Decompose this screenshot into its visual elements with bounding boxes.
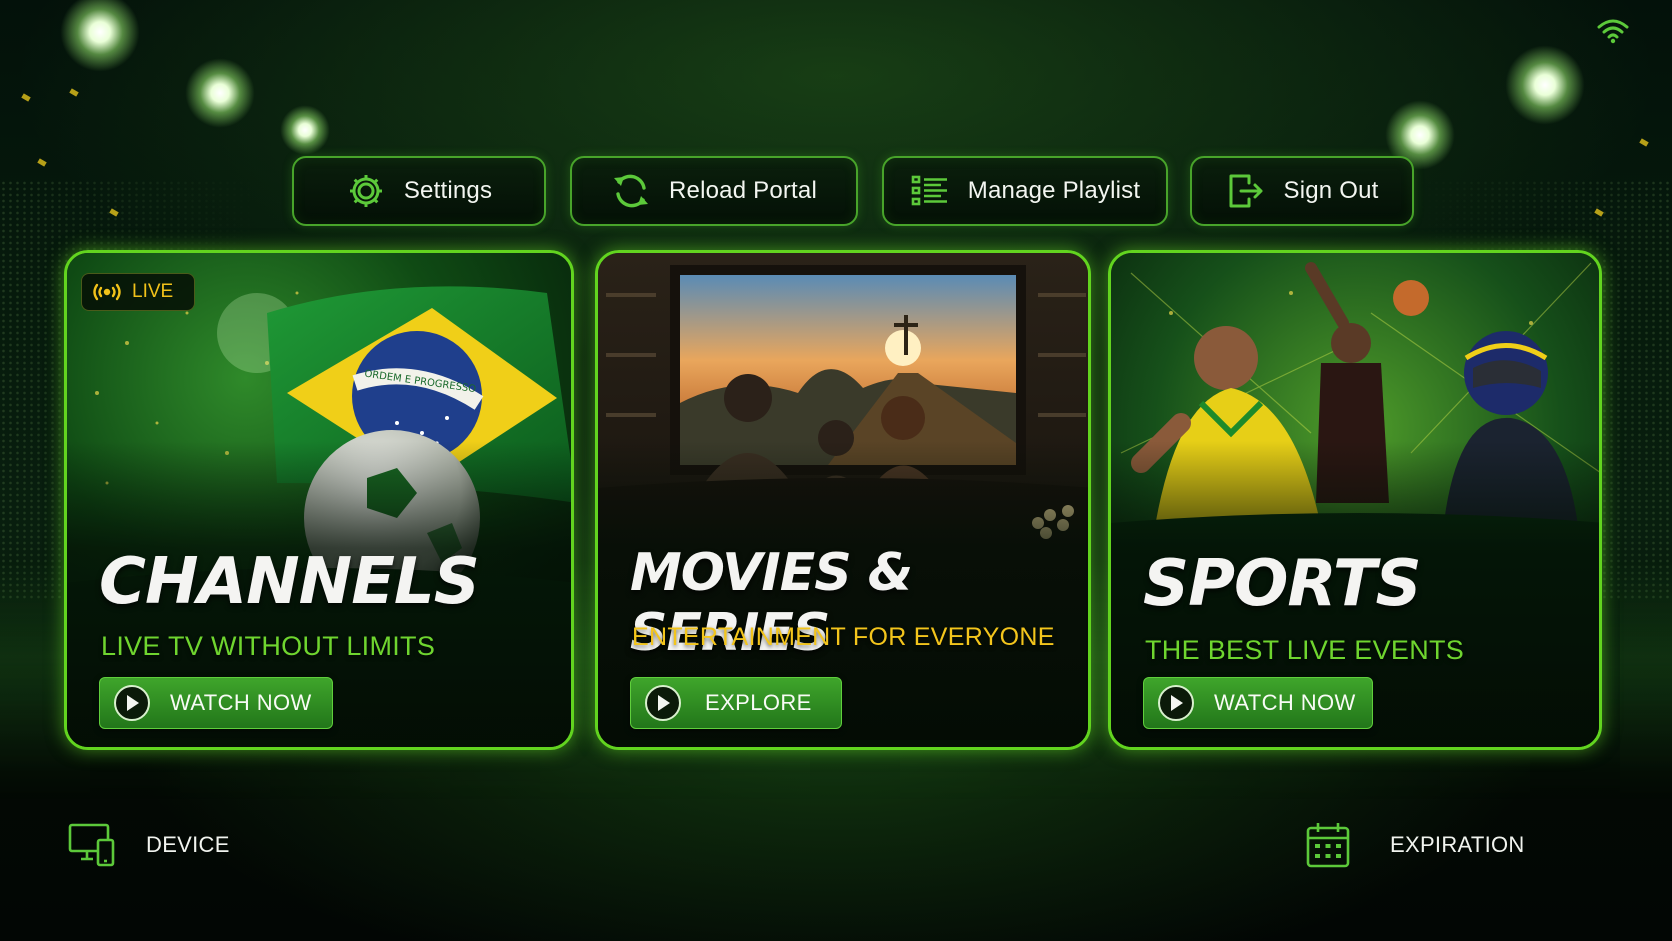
device-icon: [68, 823, 115, 867]
sports-card[interactable]: SPORTS THE BEST LIVE EVENTS WATCH NOW: [1108, 250, 1602, 750]
floodlight: [60, 0, 140, 72]
sign-out-icon: [1226, 171, 1266, 211]
movies-series-subtitle: ENTERTAINMENT FOR EVERYONE: [632, 623, 1055, 651]
live-badge: LIVE: [81, 273, 195, 311]
confetti: [69, 88, 79, 97]
channels-cta-label: WATCH NOW: [170, 690, 312, 715]
settings-button[interactable]: Settings: [292, 156, 546, 226]
channels-title: CHANNELS: [99, 545, 480, 619]
sports-watch-now-button[interactable]: WATCH NOW: [1143, 677, 1373, 729]
sign-out-label: Sign Out: [1283, 177, 1379, 204]
top-navigation: Settings Reload Portal Manage Playlist S…: [0, 156, 1672, 226]
list-icon: [910, 171, 950, 211]
device-label: DEVICE: [146, 832, 230, 857]
explore-button[interactable]: EXPLORE: [630, 677, 842, 729]
refresh-icon: [611, 171, 651, 211]
reload-portal-button[interactable]: Reload Portal: [570, 156, 858, 226]
floodlight: [280, 105, 330, 155]
sports-subtitle: THE BEST LIVE EVENTS: [1145, 635, 1465, 665]
movies-series-card[interactable]: MOVIES & SERIES ENTERTAINMENT FOR EVERYO…: [595, 250, 1091, 750]
channels-subtitle: LIVE TV WITHOUT LIMITS: [101, 631, 436, 661]
calendar-icon: [1306, 823, 1350, 868]
wifi-icon: [1597, 19, 1629, 44]
device-info[interactable]: DEVICE: [68, 815, 230, 875]
play-icon: [1158, 685, 1194, 721]
channels-watch-now-button[interactable]: WATCH NOW: [99, 677, 333, 729]
broadcast-icon: [93, 283, 121, 301]
play-icon: [645, 685, 681, 721]
sign-out-button[interactable]: Sign Out: [1190, 156, 1414, 226]
floodlight: [185, 58, 255, 128]
live-label: LIVE: [132, 281, 174, 302]
gear-icon: [346, 171, 386, 211]
expiration-info[interactable]: EXPIRATION: [1306, 815, 1525, 875]
expiration-label: EXPIRATION: [1390, 832, 1525, 857]
sports-title: SPORTS: [1143, 547, 1422, 621]
manage-playlist-button[interactable]: Manage Playlist: [882, 156, 1168, 226]
confetti: [1639, 138, 1649, 147]
floodlight: [1505, 45, 1585, 125]
channels-card[interactable]: ORDEM E PROGRESSO LIVE CHANNELS LIVE TV …: [64, 250, 574, 750]
confetti: [21, 93, 31, 102]
explore-label: EXPLORE: [705, 690, 812, 715]
manage-playlist-label: Manage Playlist: [967, 177, 1141, 204]
settings-label: Settings: [403, 177, 493, 204]
sports-cta-label: WATCH NOW: [1214, 690, 1356, 715]
play-icon: [114, 685, 150, 721]
reload-portal-label: Reload Portal: [668, 177, 818, 204]
